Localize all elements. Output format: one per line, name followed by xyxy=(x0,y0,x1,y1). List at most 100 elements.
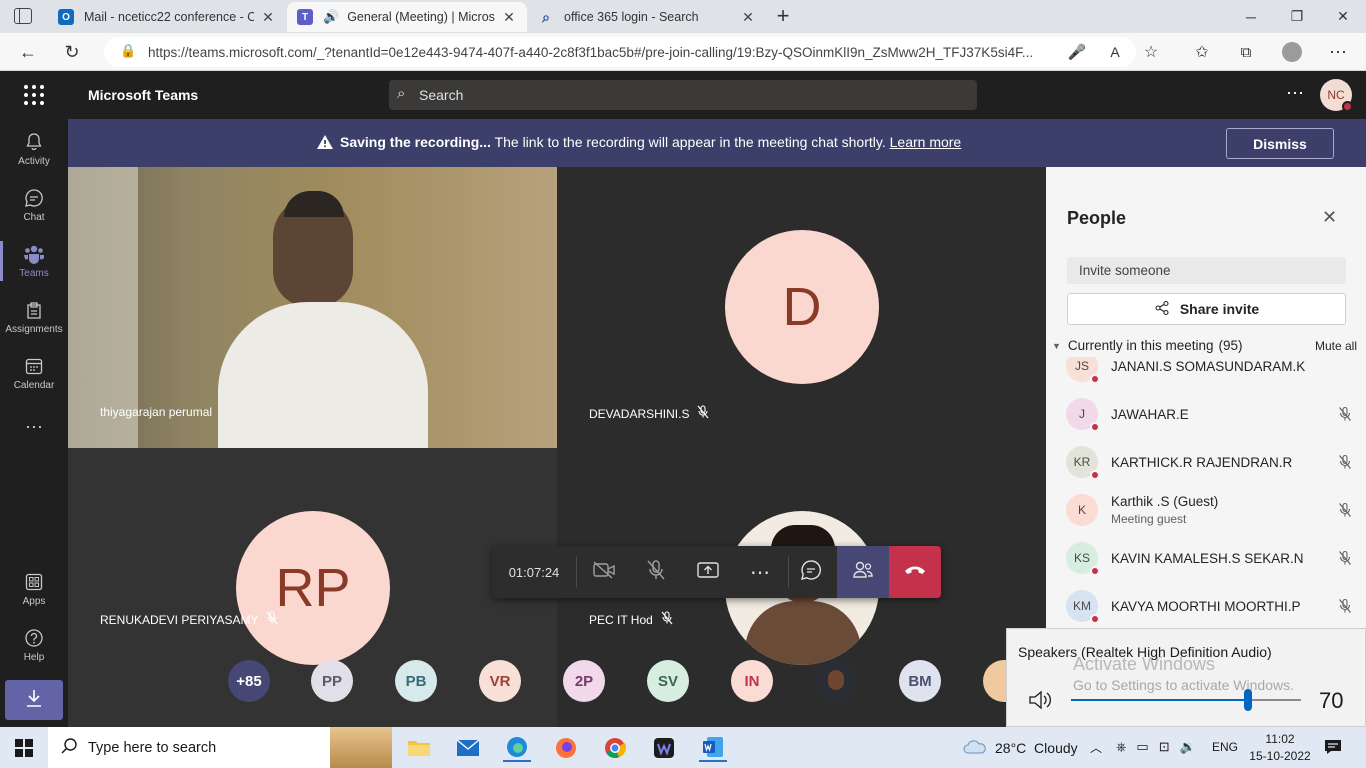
language-indicator[interactable]: ENG xyxy=(1212,740,1238,754)
more-options-icon[interactable]: ⋯ xyxy=(1286,83,1304,104)
rail-more-apps[interactable]: ⋯ xyxy=(0,399,68,455)
rail-item-calendar[interactable]: Calendar xyxy=(0,345,68,401)
search-input[interactable]: ⌕ Search xyxy=(389,80,977,110)
teams-taskbar-icon[interactable] xyxy=(650,734,678,762)
speaker-icon[interactable] xyxy=(1027,689,1055,716)
dismiss-button[interactable]: Dismiss xyxy=(1226,128,1334,159)
profile-icon[interactable] xyxy=(1277,37,1307,67)
video-tile[interactable]: D DEVADARSHINI.S xyxy=(557,167,1046,448)
hang-up-button[interactable] xyxy=(889,546,941,598)
share-screen-button[interactable] xyxy=(682,546,734,598)
list-item[interactable]: KS KAVIN KAMALESH.S SEKAR.N xyxy=(1066,534,1356,582)
rail-item-assignments[interactable]: Assignments xyxy=(0,289,68,345)
volume-thumb[interactable] xyxy=(1244,689,1252,711)
restore-button[interactable]: ❐ xyxy=(1274,0,1320,33)
file-explorer-icon[interactable] xyxy=(405,734,433,762)
participant-bubble[interactable]: PP xyxy=(311,660,353,702)
weather-icon[interactable] xyxy=(962,739,988,760)
recording-banner: Saving the recording... The link to the … xyxy=(68,119,1366,167)
overflow-count: +85 xyxy=(236,672,262,690)
participant-bubble[interactable]: VR xyxy=(479,660,521,702)
close-panel-button[interactable]: ✕ xyxy=(1322,207,1337,228)
status-badge xyxy=(1090,470,1100,480)
address-bar[interactable]: 🔒 https://teams.microsoft.com/_?tenantId… xyxy=(104,37,1136,67)
mic-toggle-button[interactable] xyxy=(630,546,682,598)
download-button[interactable] xyxy=(5,680,63,720)
refresh-button[interactable]: ↻ xyxy=(57,37,87,67)
camera-toggle-button[interactable] xyxy=(578,546,630,598)
more-icon[interactable]: ⋯ xyxy=(1323,37,1353,67)
chat-button[interactable] xyxy=(785,546,837,598)
favorites-icon[interactable]: ✩ xyxy=(1187,37,1217,67)
rail-item-help[interactable]: Help xyxy=(0,617,68,673)
close-icon[interactable]: ✕ xyxy=(501,9,517,26)
mail-icon[interactable] xyxy=(454,734,482,762)
video-tile[interactable]: thiyagarajan perumal xyxy=(68,167,557,448)
meet-now-icon[interactable]: ⎈ xyxy=(1116,739,1126,755)
weather-text[interactable]: 28°C Cloudy xyxy=(995,740,1078,756)
list-item[interactable]: JS JANANI.S SOMASUNDARAM.K xyxy=(1066,357,1356,390)
mic-off-icon xyxy=(1334,454,1356,470)
participants-button[interactable] xyxy=(837,546,889,598)
tab-search[interactable]: ⌕ office 365 login - Search ✕ xyxy=(528,2,766,32)
rail-item-apps[interactable]: Apps xyxy=(0,561,68,617)
participant-photo-bubble[interactable] xyxy=(815,660,857,702)
participant-bubble[interactable]: PB xyxy=(395,660,437,702)
search-icon: ⌕ xyxy=(542,8,550,25)
volume-icon[interactable]: 🔉 xyxy=(1180,739,1196,755)
clock[interactable]: 11:02 15-10-2022 xyxy=(1244,731,1316,765)
window-close-button[interactable]: ✕ xyxy=(1320,0,1366,33)
minimize-button[interactable]: ─ xyxy=(1228,0,1274,33)
network-icon[interactable]: ▭ xyxy=(1136,739,1148,755)
display-icon[interactable]: ⊡ xyxy=(1159,739,1170,755)
word-icon[interactable] xyxy=(699,734,727,762)
list-item[interactable]: J JAWAHAR.E xyxy=(1066,390,1356,438)
speaker-icon: 🔊 xyxy=(323,9,340,24)
microphone-icon[interactable]: 🎤 xyxy=(1062,37,1092,67)
taskbar-search-box[interactable]: Type here to search xyxy=(48,727,392,768)
status-badge xyxy=(1342,101,1353,112)
rail-label: Activity xyxy=(18,156,50,167)
rail-item-activity[interactable]: Activity xyxy=(0,121,68,177)
list-item[interactable]: KR KARTHICK.R RAJENDRAN.R xyxy=(1066,438,1356,486)
close-icon[interactable]: ✕ xyxy=(260,9,276,26)
section-header[interactable]: ▼ Currently in this meeting (95) Mute al… xyxy=(1052,338,1357,353)
notifications-icon[interactable] xyxy=(1324,738,1342,761)
more-icon: ⋯ xyxy=(750,561,770,584)
participant-bubble[interactable]: IN xyxy=(731,660,773,702)
teams-icon xyxy=(23,243,45,265)
volume-slider[interactable] xyxy=(1071,689,1301,711)
tab-teams-meeting[interactable]: T 🔊 General (Meeting) | Microsc ✕ xyxy=(287,2,527,32)
avatar[interactable]: NC xyxy=(1320,79,1353,112)
add-favorite-icon[interactable]: ☆ xyxy=(1136,37,1166,67)
tab-actions-icon[interactable] xyxy=(14,8,32,24)
overflow-count-button[interactable]: +85 xyxy=(228,660,270,702)
windows-start-icon[interactable] xyxy=(10,734,38,762)
invite-input[interactable]: Invite someone xyxy=(1067,257,1346,284)
participant-bubble[interactable]: BM xyxy=(899,660,941,702)
share-invite-button[interactable]: Share invite xyxy=(1067,293,1346,325)
rail-item-teams[interactable]: Teams xyxy=(0,233,68,289)
chevron-up-icon[interactable]: ︿ xyxy=(1090,739,1102,756)
new-tab-button[interactable]: + xyxy=(772,4,794,28)
learn-more-link[interactable]: Learn more xyxy=(890,134,962,150)
more-actions-button[interactable]: ⋯ xyxy=(734,546,786,598)
participant-bubble[interactable]: SV xyxy=(647,660,689,702)
back-button[interactable]: ← xyxy=(13,37,43,67)
participant-bubble[interactable]: 2P xyxy=(563,660,605,702)
rail-item-chat[interactable]: Chat xyxy=(0,177,68,233)
list-item[interactable]: K Karthik .S (Guest) Meeting guest xyxy=(1066,486,1356,534)
close-icon[interactable]: ✕ xyxy=(740,9,756,26)
chrome-icon[interactable] xyxy=(601,734,629,762)
app-launcher-icon[interactable] xyxy=(24,85,44,105)
firefox-icon[interactable] xyxy=(552,734,580,762)
bubble-initials: 2P xyxy=(574,672,594,690)
list-item[interactable]: KM KAVYA MOORTHI MOORTHI.P xyxy=(1066,582,1356,630)
edge-icon[interactable] xyxy=(503,734,531,762)
read-aloud-icon[interactable]: A xyxy=(1100,37,1130,67)
collections-icon[interactable]: ⧉ xyxy=(1231,37,1261,67)
status-badge xyxy=(1090,614,1100,624)
mic-off-icon xyxy=(1334,598,1356,614)
tab-mail[interactable]: O Mail - nceticc22 conference - Ou ✕ xyxy=(48,2,286,32)
mute-all-button[interactable]: Mute all xyxy=(1315,339,1357,353)
